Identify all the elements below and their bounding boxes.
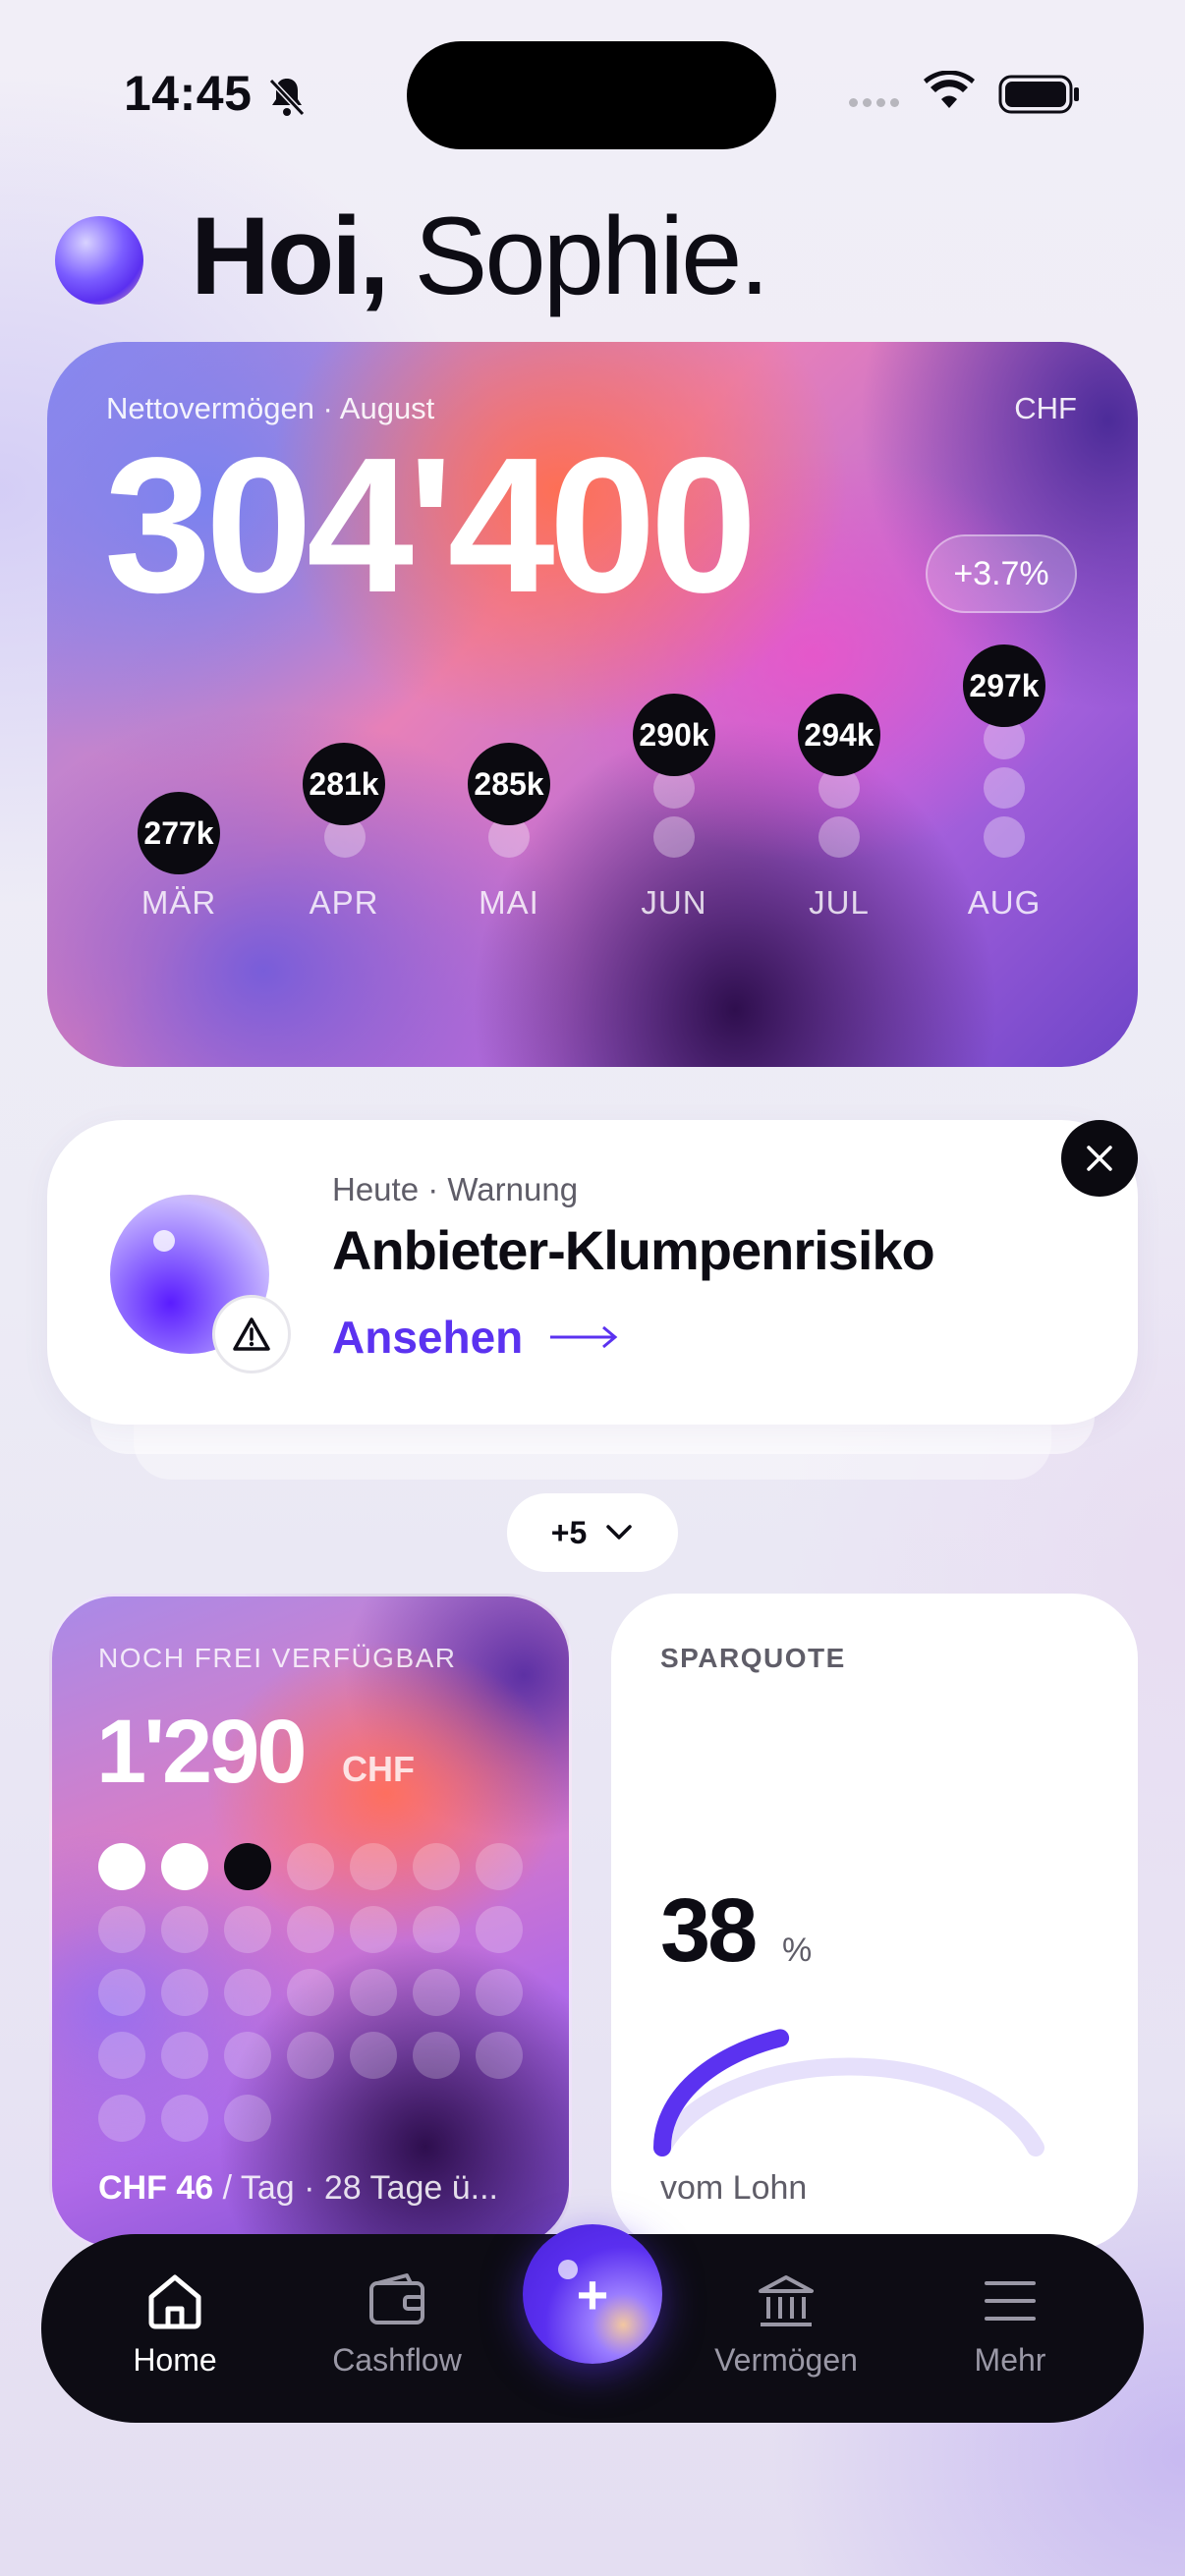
plus-icon: + bbox=[576, 2263, 609, 2325]
savings-label: SPARQUOTE bbox=[660, 1643, 846, 1673]
close-alert-button[interactable] bbox=[1061, 1120, 1138, 1197]
day-cell bbox=[413, 1969, 460, 2016]
day-cell bbox=[287, 2032, 334, 2079]
month-label: JUL bbox=[809, 884, 870, 921]
savings-unit: % bbox=[782, 1932, 813, 1969]
tab-vermoegen[interactable]: Vermögen bbox=[707, 2269, 865, 2379]
greeting-name: Sophie. bbox=[414, 195, 770, 317]
net-worth-change-badge: +3.7% bbox=[926, 534, 1077, 613]
day-cell bbox=[476, 2032, 523, 2079]
alert-meta: Heute · Warnung bbox=[332, 1171, 579, 1207]
day-cell bbox=[224, 2095, 271, 2142]
net-worth-currency: CHF bbox=[1014, 391, 1077, 425]
profile-avatar[interactable] bbox=[55, 216, 143, 305]
day-cell bbox=[161, 2095, 208, 2142]
month-value-bubble: 285k bbox=[468, 743, 550, 825]
day-cell bbox=[350, 1843, 397, 1890]
day-cell bbox=[161, 1969, 208, 2016]
day-cell bbox=[98, 1906, 145, 1953]
day-cell bbox=[350, 2032, 397, 2079]
tab-cashflow[interactable]: Cashflow bbox=[318, 2269, 476, 2379]
alert-orb-highlight bbox=[153, 1230, 175, 1252]
month-value-bubble: 277k bbox=[138, 792, 220, 874]
day-cell bbox=[476, 1906, 523, 1953]
day-cell bbox=[287, 1843, 334, 1890]
tab-home[interactable]: Home bbox=[96, 2269, 254, 2379]
month-value-bubble: 294k bbox=[798, 694, 880, 776]
day-cell bbox=[224, 1906, 271, 1953]
show-more-alerts-button[interactable]: +5 bbox=[507, 1493, 678, 1572]
day-cell bbox=[161, 1843, 208, 1890]
day-cell bbox=[350, 1969, 397, 2016]
day-cell bbox=[161, 2032, 208, 2079]
day-cell bbox=[413, 1843, 460, 1890]
month-value-bubble: 290k bbox=[633, 694, 715, 776]
greeting-title: Hoi, Sophie. bbox=[191, 193, 770, 320]
day-cell bbox=[98, 1969, 145, 2016]
day-cell bbox=[413, 2032, 460, 2079]
status-time: 14:45 bbox=[124, 66, 253, 121]
day-cell bbox=[224, 2032, 271, 2079]
month-label: MAI bbox=[479, 884, 539, 921]
tab-label: Cashflow bbox=[332, 2342, 462, 2378]
budget-currency: CHF bbox=[342, 1749, 415, 1789]
battery-icon bbox=[998, 75, 1081, 119]
budget-per-day: CHF 46 bbox=[98, 2169, 214, 2207]
greeting-hello: Hoi, bbox=[191, 195, 390, 317]
day-cell bbox=[350, 1906, 397, 1953]
tab-label: Home bbox=[133, 2342, 217, 2378]
budget-value: 1'290 bbox=[96, 1702, 308, 1802]
bank-icon bbox=[759, 2275, 814, 2326]
signal-icon bbox=[849, 94, 904, 112]
month-value-bubble: 281k bbox=[303, 743, 385, 825]
alert-view-link[interactable]: Ansehen bbox=[332, 1311, 619, 1364]
month-value-bubble: 297k bbox=[963, 644, 1045, 727]
month-dot bbox=[984, 816, 1025, 858]
budget-footer-rest: / Tag · 28 Tage ü... bbox=[213, 2169, 498, 2207]
savings-gauge bbox=[653, 2029, 1044, 2156]
alert-title: Anbieter-Klumpenrisiko bbox=[332, 1219, 935, 1281]
day-cell bbox=[287, 1969, 334, 2016]
month-label: APR bbox=[309, 884, 379, 921]
day-cell bbox=[224, 1969, 271, 2016]
savings-gauge-track bbox=[653, 2057, 1044, 2156]
budget-footer: CHF 46 / Tag · 28 Tage ü... bbox=[98, 2169, 531, 2208]
savings-subtitle: vom Lohn bbox=[660, 2169, 808, 2207]
arrow-right-icon bbox=[550, 1325, 618, 1349]
day-cell bbox=[224, 1843, 271, 1890]
wallet-icon bbox=[369, 2273, 424, 2324]
day-cell bbox=[98, 2032, 145, 2079]
dynamic-island bbox=[407, 41, 776, 149]
tab-label: Vermögen bbox=[714, 2342, 858, 2378]
month-label: MÄR bbox=[141, 884, 217, 921]
net-worth-value: 304'400 bbox=[104, 418, 758, 633]
day-cell bbox=[476, 1843, 523, 1890]
month-dot bbox=[818, 816, 860, 858]
tab-label: Mehr bbox=[974, 2342, 1046, 2378]
day-cell bbox=[476, 1969, 523, 2016]
alert-view-label: Ansehen bbox=[332, 1312, 524, 1363]
home-icon bbox=[148, 2274, 201, 2329]
chevron-down-icon bbox=[606, 1525, 632, 1540]
add-button[interactable]: + bbox=[523, 2224, 662, 2364]
day-cell bbox=[287, 1906, 334, 1953]
close-icon bbox=[1087, 1146, 1112, 1171]
day-cell bbox=[98, 2095, 145, 2142]
add-button-highlight bbox=[558, 2260, 578, 2279]
month-dot bbox=[653, 816, 695, 858]
month-dot bbox=[984, 767, 1025, 809]
day-cell bbox=[413, 1906, 460, 1953]
month-label: AUG bbox=[967, 884, 1042, 921]
savings-value: 38 bbox=[660, 1880, 758, 1981]
wifi-icon bbox=[924, 70, 975, 115]
menu-icon bbox=[985, 2281, 1036, 2321]
bell-slash-icon bbox=[267, 75, 307, 123]
month-label: JUN bbox=[641, 884, 707, 921]
warning-icon bbox=[212, 1295, 291, 1373]
tab-mehr[interactable]: Mehr bbox=[931, 2269, 1089, 2379]
budget-label: NOCH FREI VERFÜGBAR bbox=[98, 1643, 457, 1673]
day-cell bbox=[161, 1906, 208, 1953]
more-alerts-count: +5 bbox=[550, 1514, 588, 1550]
day-cell bbox=[98, 1843, 145, 1890]
